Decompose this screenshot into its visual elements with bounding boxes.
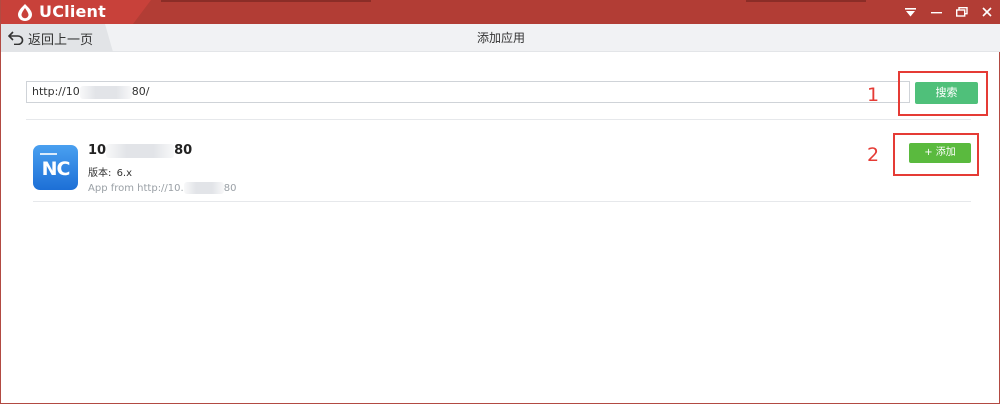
app-title-prefix: 10	[88, 143, 107, 158]
app-name: UClient	[39, 2, 106, 21]
nav-bar: 返回上一页 添加应用	[1, 24, 1000, 52]
uclient-logo-icon	[18, 4, 32, 21]
back-label: 返回上一页	[28, 32, 94, 48]
app-window: UClient 返回上一页 添加应用 http://10 80/ 搜索 NC 1…	[0, 0, 1000, 404]
minimize-icon[interactable]	[925, 3, 947, 21]
redacted-blur	[106, 143, 175, 158]
annotation-box-2	[893, 133, 979, 176]
divider	[26, 119, 971, 120]
tab-ghost	[161, 0, 371, 2]
url-text-suffix: 80/	[131, 85, 150, 98]
app-source: App from http://10. 80	[88, 182, 236, 194]
nc-icon-stripe	[40, 153, 57, 155]
back-arrow-icon	[8, 31, 24, 45]
app-title-suffix: 80	[174, 143, 193, 158]
version-label: 版本:	[88, 168, 112, 179]
menu-dropdown-icon[interactable]	[899, 3, 921, 21]
title-bar: UClient	[1, 0, 1000, 24]
back-button[interactable]: 返回上一页	[1, 24, 113, 52]
source-suffix: 80	[223, 183, 237, 194]
app-version: 版本: 6.x	[88, 164, 132, 179]
divider	[33, 201, 971, 202]
nc-app-icon: NC	[33, 145, 78, 190]
url-text-prefix: http://10	[32, 85, 80, 98]
page-title: 添加应用	[476, 31, 525, 45]
annotation-box-1	[898, 71, 988, 116]
redacted-blur	[79, 85, 132, 99]
version-value: 6.x	[116, 168, 133, 179]
nc-icon-text: NC	[41, 158, 71, 180]
redacted-blur	[183, 182, 224, 194]
close-icon[interactable]	[976, 3, 998, 21]
app-title: 10 80	[88, 143, 192, 158]
url-search-input[interactable]: http://10 80/	[26, 81, 910, 103]
source-prefix: App from http://10.	[88, 183, 184, 194]
tab-ghost	[746, 0, 866, 2]
annotation-number-2: 2	[867, 144, 880, 166]
annotation-number-1: 1	[867, 84, 880, 106]
restore-icon[interactable]	[951, 3, 973, 21]
